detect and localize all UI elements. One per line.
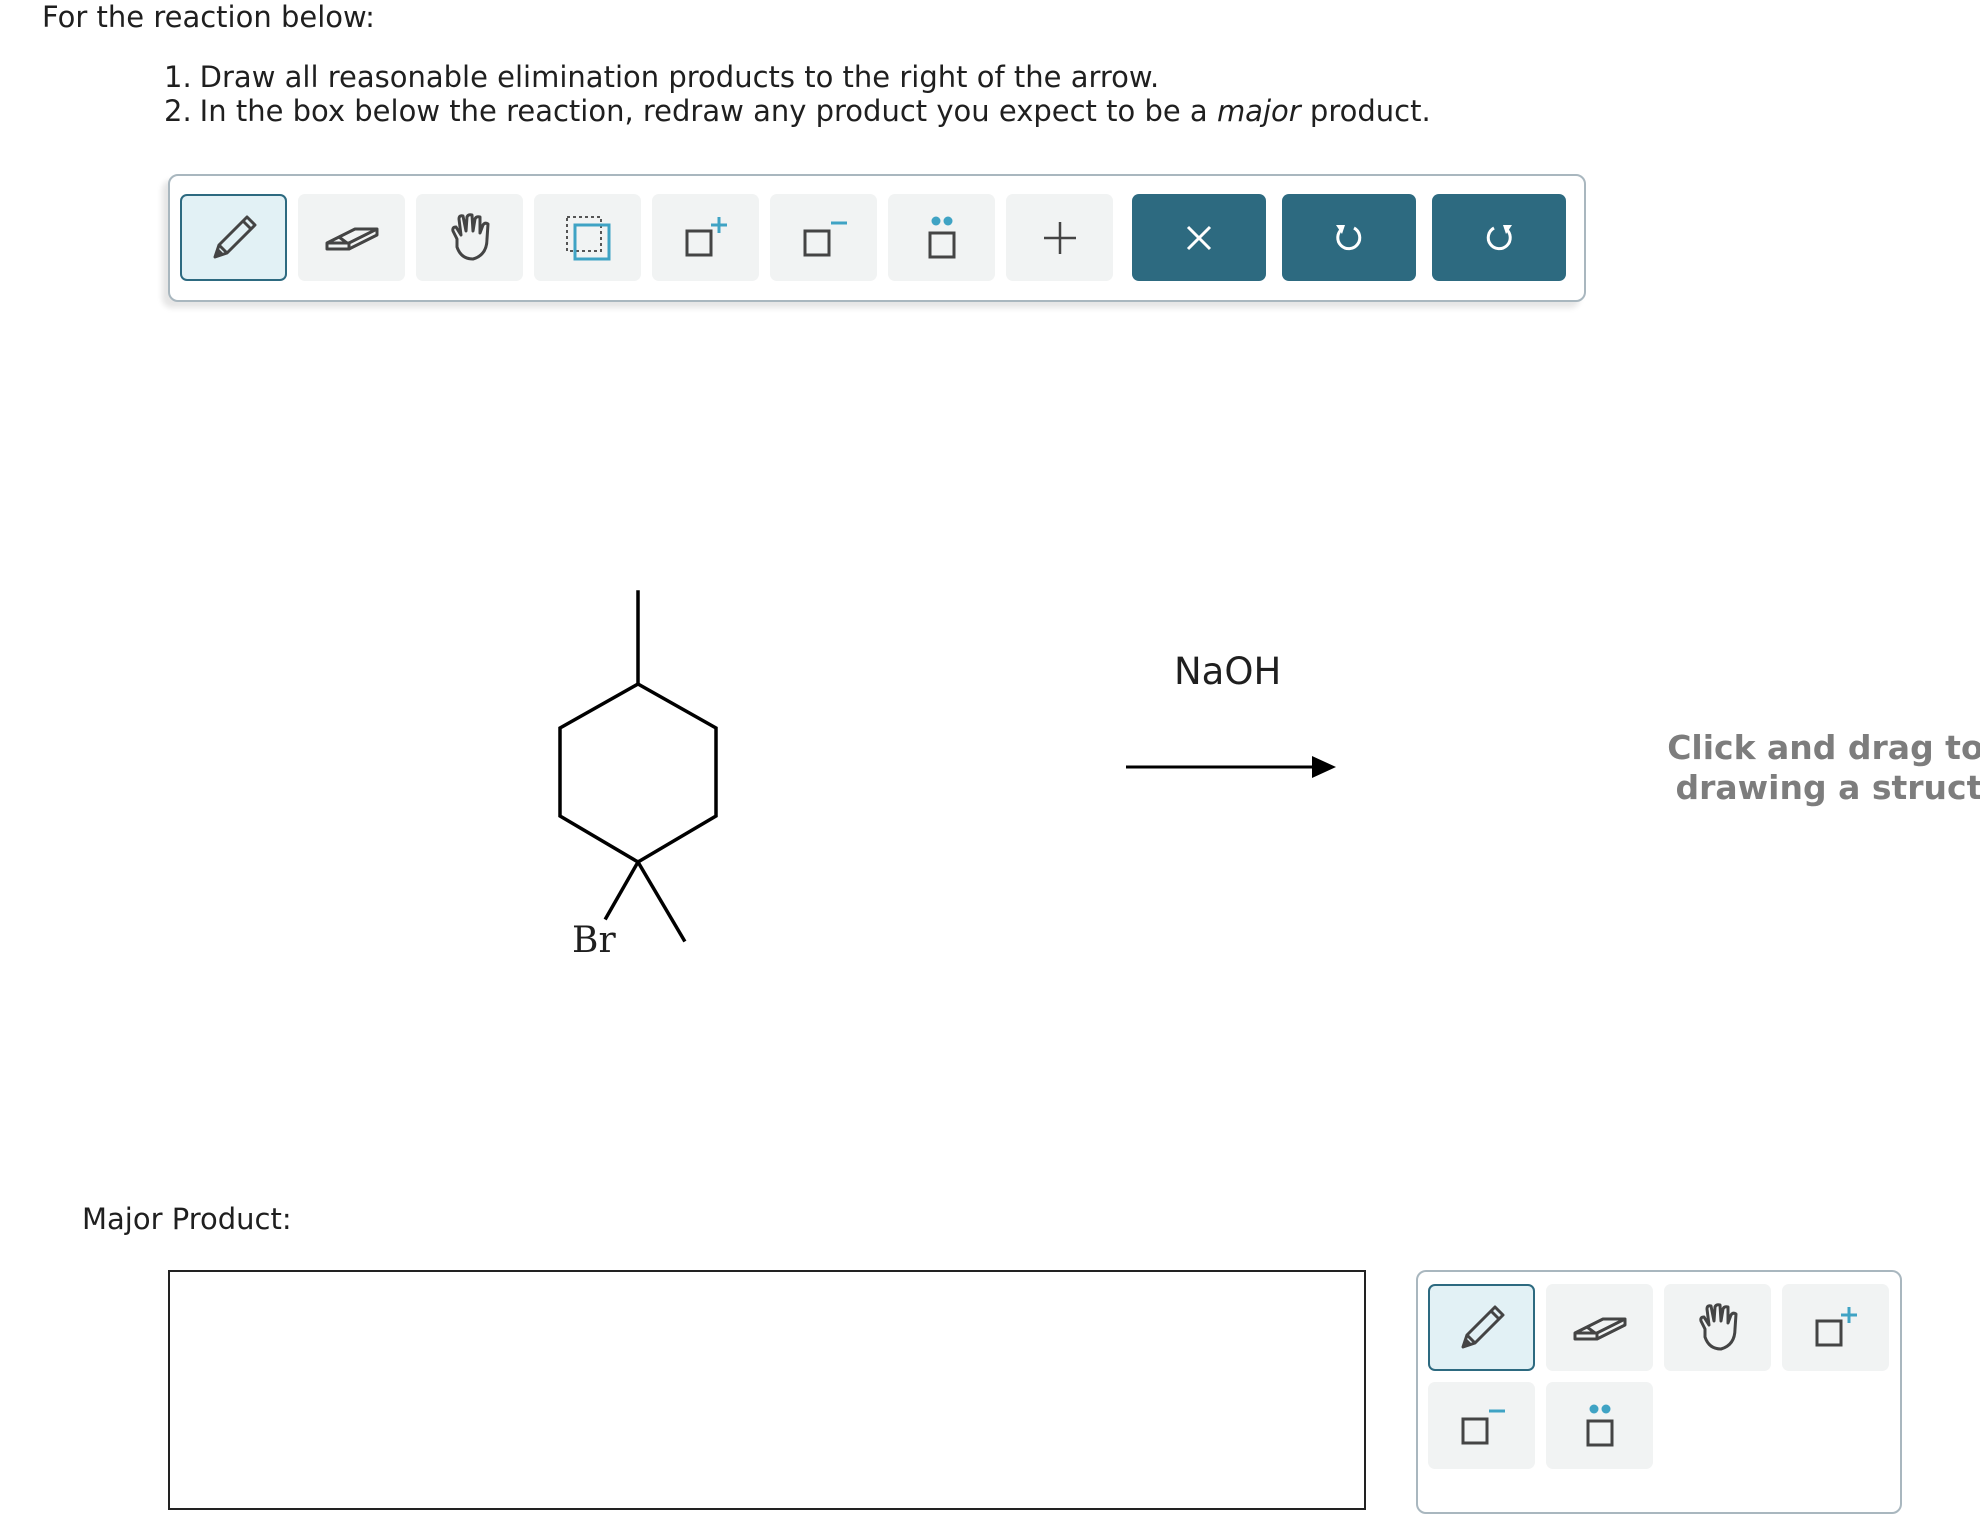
pencil-tool-button-2[interactable] <box>1428 1284 1535 1371</box>
eraser-icon <box>325 227 378 250</box>
lone-pair-icon <box>928 216 955 258</box>
remove-charge-icon <box>803 221 847 256</box>
reaction-arrow <box>1126 756 1336 778</box>
add-charge-icon <box>685 216 727 256</box>
eraser-tool-button[interactable] <box>298 194 405 281</box>
add-charge-button[interactable] <box>652 194 759 281</box>
redo-button[interactable] <box>1432 194 1566 281</box>
remove-charge-button[interactable] <box>770 194 877 281</box>
pencil-icon <box>213 215 256 258</box>
methyl-bond-bottom <box>635 859 687 943</box>
remove-charge-button-2[interactable] <box>1428 1382 1535 1469</box>
instruction-step-1: 1. Draw all reasonable elimination produc… <box>164 60 1160 94</box>
hand-tool-button-2[interactable] <box>1664 1284 1771 1371</box>
lone-pair-button-2[interactable] <box>1546 1382 1653 1469</box>
eraser-tool-button-2[interactable] <box>1546 1284 1653 1371</box>
add-charge-icon <box>1815 1306 1857 1346</box>
add-icon <box>1043 221 1076 254</box>
hand-icon <box>450 212 489 260</box>
redo-icon <box>1486 224 1512 250</box>
select-tool-button[interactable] <box>534 194 641 281</box>
instruction-step-2: 2. In the box below the reaction, redraw … <box>164 94 1431 128</box>
pencil-tool-button[interactable] <box>180 194 287 281</box>
undo-button[interactable] <box>1282 194 1416 281</box>
hand-tool-button[interactable] <box>416 194 523 281</box>
bromine-bond <box>603 859 641 921</box>
cyclohexane-ring <box>558 681 718 865</box>
remove-charge-icon <box>1461 1409 1505 1444</box>
clear-icon <box>1186 225 1212 250</box>
reagent-label: NaOH <box>1174 650 1282 693</box>
pencil-icon <box>1461 1305 1504 1348</box>
bromine-label: Br <box>572 920 616 961</box>
major-product-label: Major Product: <box>82 1202 292 1236</box>
intro-text: For the reaction below: <box>42 0 375 34</box>
select-box-icon <box>565 215 610 260</box>
reactant-structure <box>558 590 718 943</box>
major-product-box[interactable] <box>168 1270 1366 1510</box>
add-charge-button-2[interactable] <box>1782 1284 1889 1371</box>
lone-pair-icon <box>1586 1404 1613 1446</box>
clear-button[interactable] <box>1132 194 1266 281</box>
hand-icon <box>1698 1302 1737 1350</box>
drawing-toolbar <box>168 174 1586 302</box>
lone-pair-button[interactable] <box>888 194 995 281</box>
canvas-hint: Click and drag to sta drawing a structur… <box>1667 728 1980 807</box>
undo-icon <box>1336 224 1362 250</box>
major-product-toolbar <box>1416 1270 1902 1514</box>
add-button[interactable] <box>1006 194 1113 281</box>
instruction-list: 1. Draw all reasonable elimination produc… <box>164 60 1431 128</box>
eraser-icon <box>1573 1317 1626 1340</box>
